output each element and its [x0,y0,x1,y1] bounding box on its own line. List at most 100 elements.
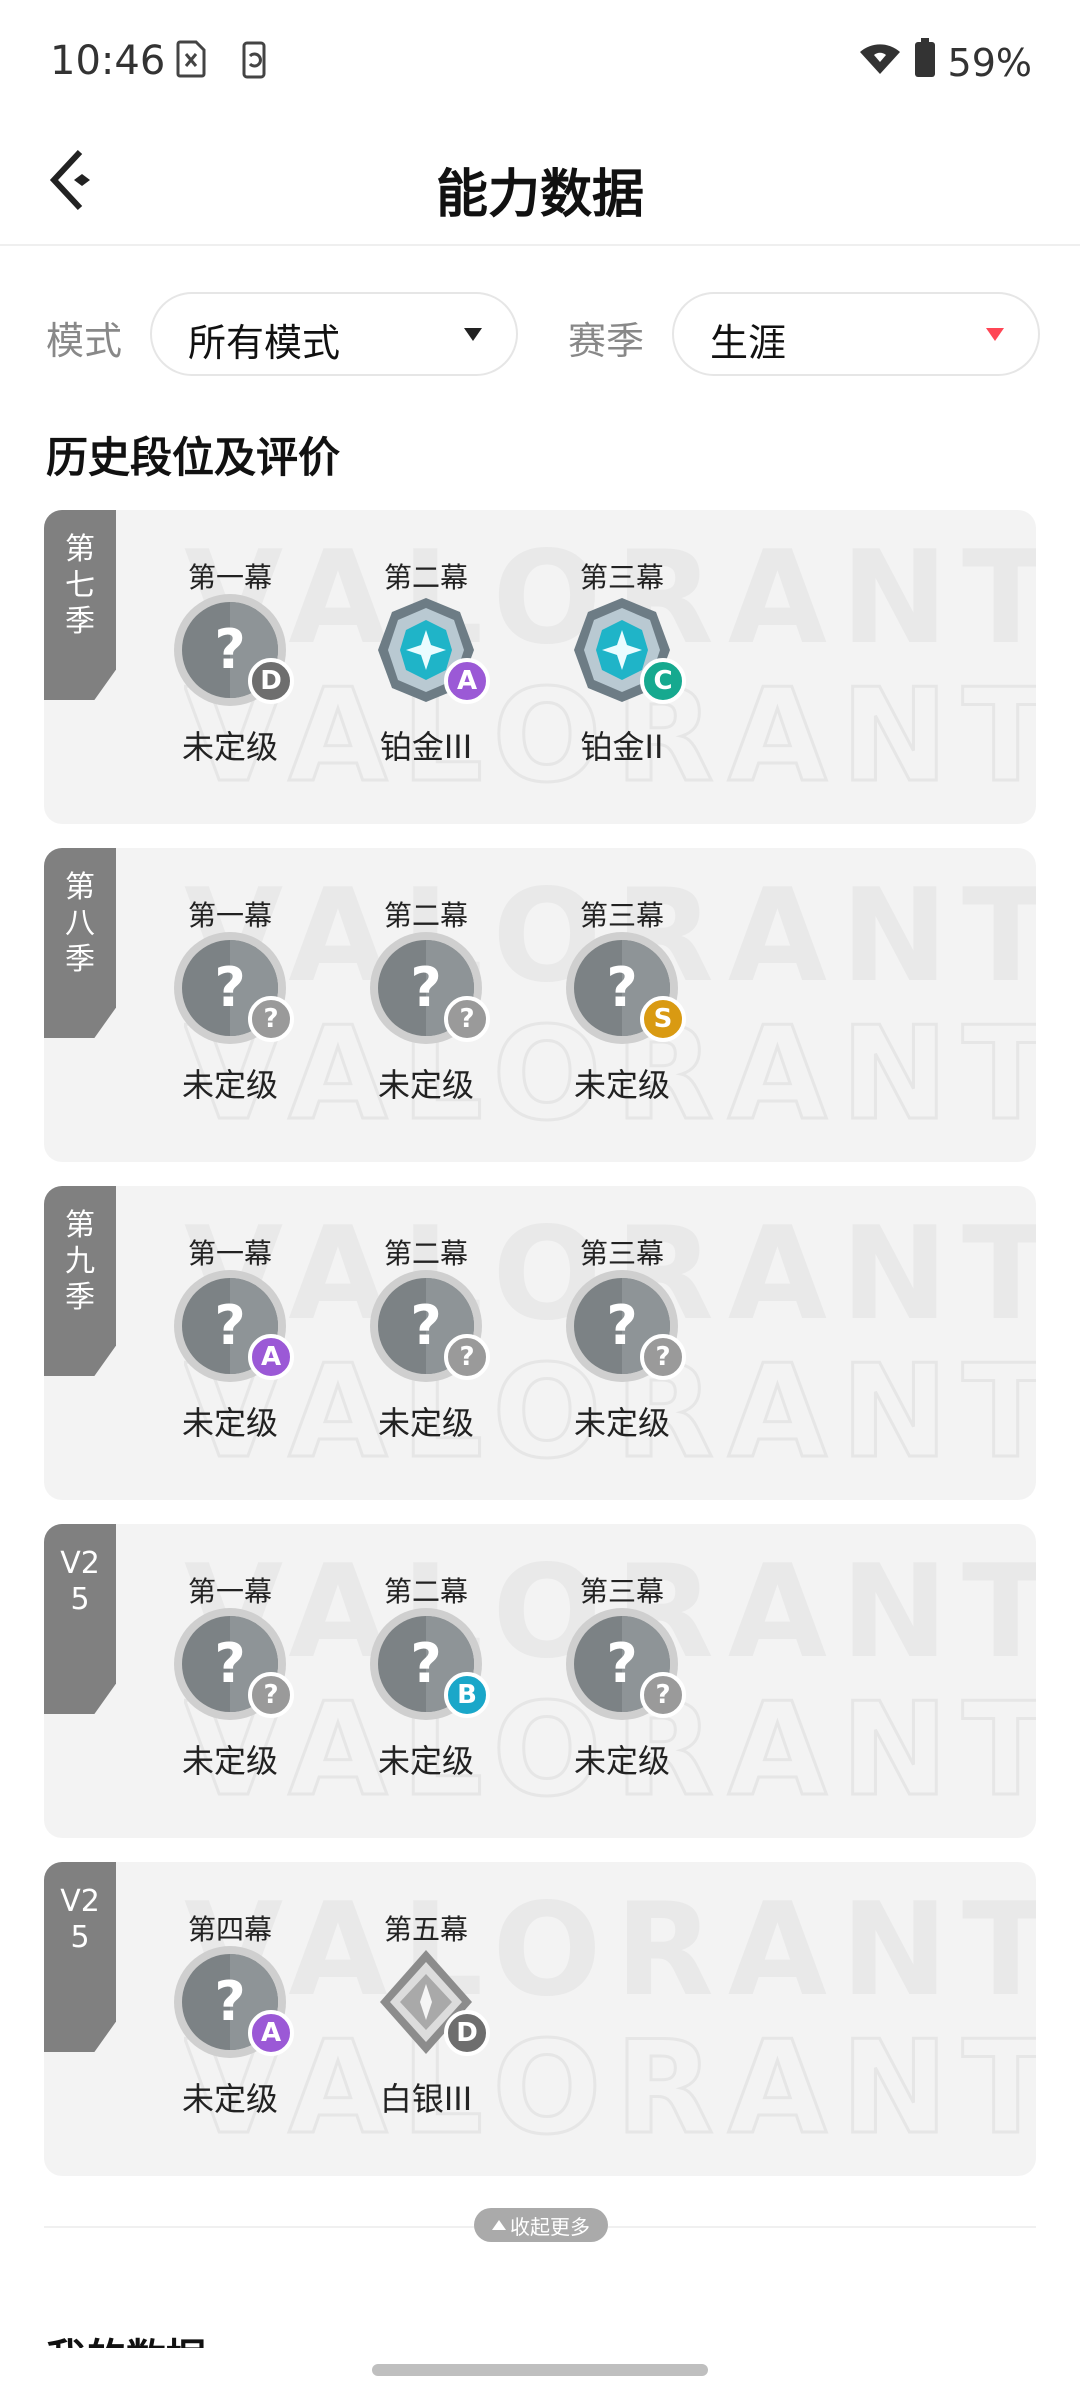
season-card: VALORANT VALORANT V2 5 第四幕? A 未定级 第五幕 D 白银III [44,1862,1036,2176]
grade-badge: ? [248,996,294,1042]
sim-off-icon [176,40,206,82]
rank-name: 铂金II [580,728,664,766]
rank-name: 铂金III [379,728,473,766]
act-item[interactable]: 第一幕?? 未定级 [130,1570,330,1782]
rank-name: 未定级 [181,1066,278,1104]
rank-name: 未定级 [377,1742,474,1780]
grade-badge: S [640,996,686,1042]
battery-percent: 59% [947,40,1032,85]
act-item[interactable]: 第三幕?? 未定级 [522,1570,722,1782]
grade-badge: D [444,2010,490,2056]
season-tab: V2 5 [44,1524,116,1714]
grade-badge: ? [444,996,490,1042]
grade-badge: D [248,658,294,704]
act-label: 第二幕 [383,1575,468,1608]
season-tab: V2 5 [44,1862,116,2052]
mode-select[interactable]: 所有模式 [150,292,518,376]
svg-text:?: ? [606,1294,637,1357]
svg-text:?: ? [214,1632,245,1695]
app-bar: 能力数据 [0,126,1080,246]
home-indicator[interactable] [372,2364,708,2376]
act-item[interactable]: 第三幕 C 铂金II [522,556,722,768]
svg-text:?: ? [410,1632,441,1695]
collapse-more-button[interactable]: 收起更多 [474,2208,608,2242]
act-label: 第三幕 [579,899,664,932]
svg-text:?: ? [410,956,441,1019]
season-card: VALORANTVALORANTV2 5第一幕??未定级第二幕?B未定级第三幕?… [44,1524,1036,1838]
act-item[interactable]: 第二幕? B 未定级 [326,1570,526,1782]
season-tab: 第 七 季 [44,510,116,700]
rank-name: 未定级 [573,1066,670,1104]
season-card: VALORANTVALORANT第 九 季第一幕?A未定级第二幕??未定级第三幕… [44,1186,1036,1500]
unranked-icon: ?? [368,930,490,1046]
silver-icon: D [368,1944,490,2060]
svg-text:?: ? [606,1632,637,1695]
unranked-icon: ?? [564,1268,686,1384]
season-select-value: 生涯 [710,321,787,365]
act-label: 第一幕 [187,1237,272,1270]
rank-name: 未定级 [573,1742,670,1780]
grade-badge: ? [444,1334,490,1380]
filter-row: 模式 所有模式 赛季 生涯 [0,290,1080,378]
act-label: 第二幕 [383,561,468,594]
unranked-icon: ?? [172,1606,294,1722]
season-label: 赛季 [568,319,645,363]
svg-text:?: ? [214,956,245,1019]
grade-badge: ? [248,1672,294,1718]
act-item[interactable]: 第一幕?? 未定级 [130,894,330,1106]
rank-name: 未定级 [181,1404,278,1442]
grade-badge: B [444,1672,490,1718]
dropdown-arrow-icon [464,328,482,341]
mode-select-value: 所有模式 [188,321,341,365]
grade-badge: ? [640,1672,686,1718]
act-item[interactable]: 第三幕?? 未定级 [522,1232,722,1444]
rank-name: 未定级 [377,1404,474,1442]
rank-name: 未定级 [181,1742,278,1780]
unranked-icon: ? S [564,930,686,1046]
page-title: 能力数据 [435,165,644,225]
unranked-icon: ?? [172,930,294,1046]
screen-rotate-icon [238,40,272,84]
status-time: 10:46 [50,38,166,84]
act-item[interactable]: 第四幕? A 未定级 [130,1908,330,2120]
season-tab: 第 八 季 [44,848,116,1038]
rank-name: 未定级 [377,1066,474,1104]
svg-text:?: ? [606,956,637,1019]
unranked-icon: ? A [172,1268,294,1384]
svg-text:?: ? [214,618,245,681]
rank-name: 未定级 [181,2080,278,2118]
unranked-icon: ?? [564,1606,686,1722]
unranked-icon: ? A [172,1944,294,2060]
grade-badge: ? [640,1334,686,1380]
platinum-icon: C [564,592,686,708]
act-label: 第一幕 [187,1575,272,1608]
unranked-icon: ? D [172,592,294,708]
dropdown-arrow-icon [986,328,1004,341]
season-tab: 第 九 季 [44,1186,116,1376]
next-section-title: 我的数据 [46,2326,206,2348]
grade-badge: A [444,658,490,704]
battery-icon [914,38,936,87]
mode-label: 模式 [46,319,123,363]
act-item[interactable]: 第三幕? S 未定级 [522,894,722,1106]
svg-text:?: ? [214,1294,245,1357]
act-item[interactable]: 第二幕?? 未定级 [326,1232,526,1444]
act-label: 第二幕 [383,1237,468,1270]
act-label: 第三幕 [579,561,664,594]
act-item[interactable]: 第一幕? A 未定级 [130,1232,330,1444]
act-label: 第一幕 [187,899,272,932]
act-label: 第五幕 [383,1913,468,1946]
act-item[interactable]: 第一幕? D 未定级 [130,556,330,768]
act-item[interactable]: 第二幕 A 铂金III [326,556,526,768]
unranked-icon: ? B [368,1606,490,1722]
caret-up-icon [492,2220,506,2230]
collapse-more-label: 收起更多 [510,2214,590,2239]
act-item[interactable]: 第五幕 D 白银III [326,1908,526,2120]
act-label: 第一幕 [187,561,272,594]
act-label: 第二幕 [383,899,468,932]
act-label: 第三幕 [579,1575,664,1608]
status-bar: 10:46 59% [0,0,1080,126]
act-item[interactable]: 第二幕?? 未定级 [326,894,526,1106]
season-select[interactable]: 生涯 [672,292,1040,376]
season-card: VALORANTVALORANT第 七 季第一幕?D未定级第二幕A铂金III第三… [44,510,1036,824]
